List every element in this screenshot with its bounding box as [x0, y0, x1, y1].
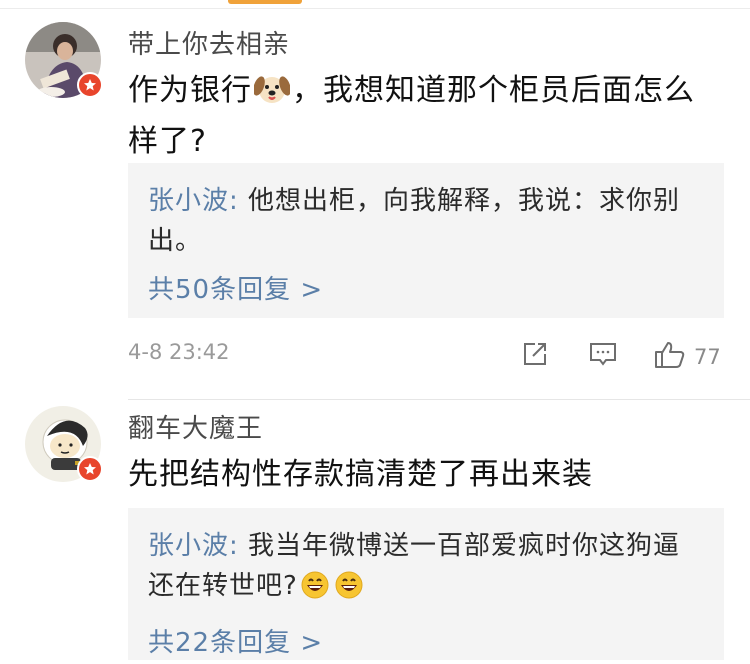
comment-timestamp: 4-8 23:42 [128, 340, 230, 364]
avatar[interactable] [25, 22, 103, 98]
reply-line: 张小波: 他想出柜，向我解释，我说：求你别出。 [148, 181, 704, 261]
share-icon [521, 340, 549, 372]
comment-username[interactable]: 翻车大魔王 [128, 408, 263, 445]
grinning-face-emoji [334, 570, 364, 612]
comment-button[interactable] [588, 340, 618, 372]
like-count: 77 [694, 345, 721, 369]
reply-preview[interactable]: 张小波: 他想出柜，向我解释，我说：求你别出。 共50条回复 > [128, 163, 724, 318]
dog-face-emoji [253, 72, 291, 119]
comment-text: 先把结构性存款搞清楚了再出来装 [128, 457, 593, 492]
verified-badge-icon [77, 72, 103, 98]
top-tab-indicator [228, 0, 302, 4]
avatar[interactable] [25, 406, 103, 482]
comment-username[interactable]: 带上你去相亲 [128, 24, 290, 61]
reply-username[interactable]: 张小波 [148, 186, 229, 216]
verified-badge-icon [77, 456, 103, 482]
view-replies-link[interactable]: 共22条回复 > [148, 622, 704, 659]
grinning-face-emoji [300, 570, 330, 612]
comment-meta: 4-8 23:42 77 [128, 340, 724, 370]
reply-line: 张小波: 我当年微博送一百部爱疯时你这狗逼还在转世吧? [148, 526, 704, 612]
top-divider [0, 8, 750, 9]
comment-divider [128, 399, 750, 400]
share-button[interactable] [521, 340, 549, 372]
comment-text-part: 作为银行 [128, 73, 252, 108]
like-icon [654, 340, 686, 374]
comment-icon [588, 340, 618, 372]
comment-text: 作为银行 ，我想知道那个柜员后面怎么样了? [128, 68, 723, 164]
reply-separator: : [229, 531, 249, 561]
reply-preview[interactable]: 张小波: 我当年微博送一百部爱疯时你这狗逼还在转世吧? 共22条回复 > [128, 508, 724, 660]
like-button[interactable]: 77 [654, 340, 721, 374]
reply-separator: : [229, 186, 249, 216]
reply-username[interactable]: 张小波 [148, 531, 229, 561]
view-replies-link[interactable]: 共50条回复 > [148, 269, 704, 306]
